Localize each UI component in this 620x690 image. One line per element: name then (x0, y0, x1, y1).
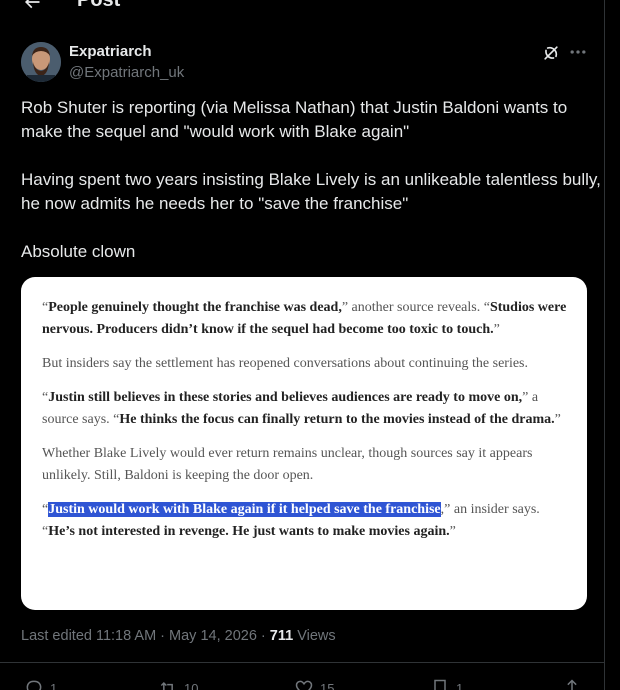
repost-icon (160, 681, 175, 690)
more-options-icon[interactable] (568, 42, 588, 62)
article-screenshot: “People genuinely thought the franchise … (42, 297, 572, 555)
author-name[interactable]: Expatriarch (69, 43, 152, 60)
back-arrow-icon[interactable] (22, 0, 42, 12)
repost-button[interactable]: 10 (158, 678, 198, 690)
top-bar: Post (0, 0, 605, 12)
tweet-paragraph: Having spent two years insisting Blake L… (21, 170, 601, 213)
avatar-image (21, 42, 61, 82)
scrollbar[interactable] (606, 0, 620, 690)
author-handle[interactable]: @Expatriarch_uk (69, 64, 184, 81)
page-title: Post (77, 0, 121, 11)
article-paragraph: “People genuinely thought the franchise … (42, 300, 567, 337)
article-paragraph: “Justin would work with Blake again if i… (42, 502, 540, 539)
repost-count: 10 (184, 680, 199, 690)
like-count: 15 (320, 680, 335, 690)
tweet-text: Rob Shuter is reporting (via Melissa Nat… (21, 96, 601, 264)
article-paragraph: But insiders say the settlement has reop… (42, 356, 528, 371)
share-icon (567, 679, 577, 690)
bookmark-icon (434, 679, 446, 690)
attached-image[interactable]: “People genuinely thought the franchise … (21, 277, 587, 610)
bookmark-count: 1 (456, 680, 464, 690)
reply-icon (26, 680, 42, 690)
tweet-paragraph: Absolute clown (21, 242, 136, 261)
share-button[interactable] (562, 678, 582, 690)
like-button[interactable]: 15 (294, 678, 334, 690)
views-label: Views (293, 628, 336, 644)
highlighted-quote: Justin would work with Blake again if it… (48, 502, 441, 517)
post-meta: Last edited 11:18 AM · May 14, 2026 · 71… (21, 628, 336, 644)
action-bar: 1 10 15 1 (0, 674, 605, 690)
article-paragraph: Whether Blake Lively would ever return r… (42, 446, 533, 483)
reply-count: 1 (50, 680, 58, 690)
post-column: Post Expatriarch @Expatriarch_uk Rob Shu… (0, 0, 605, 690)
heart-icon (295, 680, 313, 690)
reply-button[interactable]: 1 (24, 678, 57, 690)
views-count: 711 (269, 628, 294, 644)
avatar[interactable] (21, 42, 61, 82)
grok-icon[interactable] (541, 43, 561, 63)
bookmark-button[interactable]: 1 (430, 678, 463, 690)
tweet-paragraph: Rob Shuter is reporting (via Melissa Nat… (21, 98, 568, 141)
divider (0, 662, 605, 663)
edited-timestamp[interactable]: Last edited 11:18 AM · May 14, 2026 · (21, 628, 270, 644)
article-paragraph: “Justin still believes in these stories … (42, 390, 561, 427)
